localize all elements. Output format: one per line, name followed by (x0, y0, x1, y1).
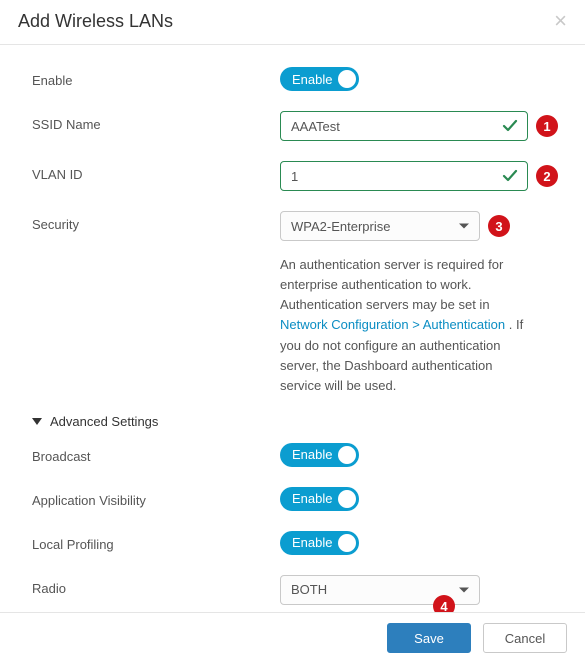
save-button[interactable]: Save (387, 623, 471, 653)
modal-header: Add Wireless LANs × (0, 0, 585, 45)
label-broadcast: Broadcast (32, 443, 280, 464)
security-help-text: An authentication server is required for… (280, 251, 527, 396)
toggle-knob-icon (338, 446, 356, 464)
security-select-value: WPA2-Enterprise (291, 219, 390, 234)
toggle-knob-icon (338, 534, 356, 552)
ssid-name-input[interactable] (280, 111, 528, 141)
row-security: Security WPA2-Enterprise 3 (32, 201, 567, 251)
toggle-localprof-label: Enable (292, 535, 332, 550)
step-badge-1: 1 (536, 115, 558, 137)
chevron-down-icon (459, 224, 469, 229)
cancel-button[interactable]: Cancel (483, 623, 567, 653)
modal-title: Add Wireless LANs (18, 11, 173, 32)
save-button-label: Save (414, 631, 444, 646)
modal-footer: Save Cancel (0, 612, 585, 663)
toggle-knob-icon (338, 70, 356, 88)
label-radio: Radio (32, 575, 280, 596)
close-icon[interactable]: × (554, 10, 567, 32)
label-local-profiling: Local Profiling (32, 531, 280, 552)
toggle-knob-icon (338, 490, 356, 508)
add-wireless-lans-modal: Add Wireless LANs × Enable Enable SSID N… (0, 0, 585, 663)
row-ssid-name: SSID Name 1 (32, 101, 567, 151)
label-ssid-name: SSID Name (32, 111, 280, 132)
help-text-pre: An authentication server is required for… (280, 257, 503, 312)
modal-body: Enable Enable SSID Name 1 VLAN ID (0, 45, 585, 619)
toggle-enable[interactable]: Enable (280, 67, 359, 91)
toggle-broadcast-label: Enable (292, 447, 332, 462)
vlan-id-input[interactable] (280, 161, 528, 191)
network-config-auth-link[interactable]: Network Configuration > Authentication (280, 317, 505, 332)
toggle-enable-label: Enable (292, 72, 332, 87)
row-enable: Enable Enable (32, 57, 567, 101)
toggle-appvis-label: Enable (292, 491, 332, 506)
label-application-visibility: Application Visibility (32, 487, 280, 508)
row-application-visibility: Application Visibility Enable (32, 477, 567, 521)
security-select[interactable]: WPA2-Enterprise (280, 211, 480, 241)
row-local-profiling: Local Profiling Enable (32, 521, 567, 565)
chevron-down-icon (32, 418, 42, 425)
chevron-down-icon (459, 587, 469, 592)
label-enable: Enable (32, 67, 280, 88)
cancel-button-label: Cancel (505, 631, 545, 646)
step-badge-2: 2 (536, 165, 558, 187)
advanced-settings-title: Advanced Settings (50, 414, 158, 429)
toggle-broadcast[interactable]: Enable (280, 443, 359, 467)
label-vlan-id: VLAN ID (32, 161, 280, 182)
label-security: Security (32, 211, 280, 232)
row-vlan-id: VLAN ID 2 (32, 151, 567, 201)
toggle-application-visibility[interactable]: Enable (280, 487, 359, 511)
toggle-local-profiling[interactable]: Enable (280, 531, 359, 555)
advanced-settings-toggle[interactable]: Advanced Settings (32, 396, 567, 433)
step-badge-3: 3 (488, 215, 510, 237)
row-broadcast: Broadcast Enable (32, 433, 567, 477)
